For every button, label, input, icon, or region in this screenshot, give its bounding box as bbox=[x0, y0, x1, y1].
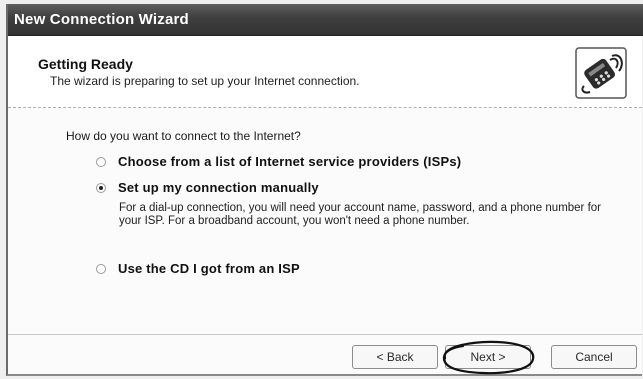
cancel-button[interactable]: Cancel bbox=[551, 345, 637, 369]
option-manual[interactable]: Set up my connection manually bbox=[96, 180, 319, 195]
phone-connection-icon bbox=[574, 46, 628, 100]
title-bar[interactable]: New Connection Wizard bbox=[8, 4, 643, 36]
wizard-header: Getting Ready The wizard is preparing to… bbox=[8, 36, 642, 108]
page-title: Getting Ready bbox=[38, 56, 133, 72]
back-button[interactable]: < Back bbox=[352, 345, 438, 369]
option-isp-list-label[interactable]: Choose from a list of Internet service p… bbox=[118, 154, 461, 169]
page-subtitle: The wizard is preparing to set up your I… bbox=[50, 74, 360, 88]
page: New Connection Wizard Getting Ready The … bbox=[0, 0, 643, 379]
radio-isp-list[interactable] bbox=[96, 156, 106, 167]
next-button[interactable]: Next > bbox=[445, 345, 531, 369]
option-isp-cd[interactable]: Use the CD I got from an ISP bbox=[96, 261, 300, 276]
window-title: New Connection Wizard bbox=[14, 11, 189, 28]
option-manual-label[interactable]: Set up my connection manually bbox=[118, 180, 319, 195]
connection-question: How do you want to connect to the Intern… bbox=[66, 129, 301, 143]
radio-isp-cd[interactable] bbox=[96, 263, 106, 274]
radio-manual[interactable] bbox=[96, 182, 106, 193]
footer-divider bbox=[8, 334, 642, 335]
wizard-window: New Connection Wizard Getting Ready The … bbox=[6, 4, 643, 376]
manual-description: For a dial-up connection, you will need … bbox=[119, 202, 602, 227]
option-isp-cd-label[interactable]: Use the CD I got from an ISP bbox=[118, 261, 300, 276]
option-isp-list[interactable]: Choose from a list of Internet service p… bbox=[96, 154, 461, 169]
